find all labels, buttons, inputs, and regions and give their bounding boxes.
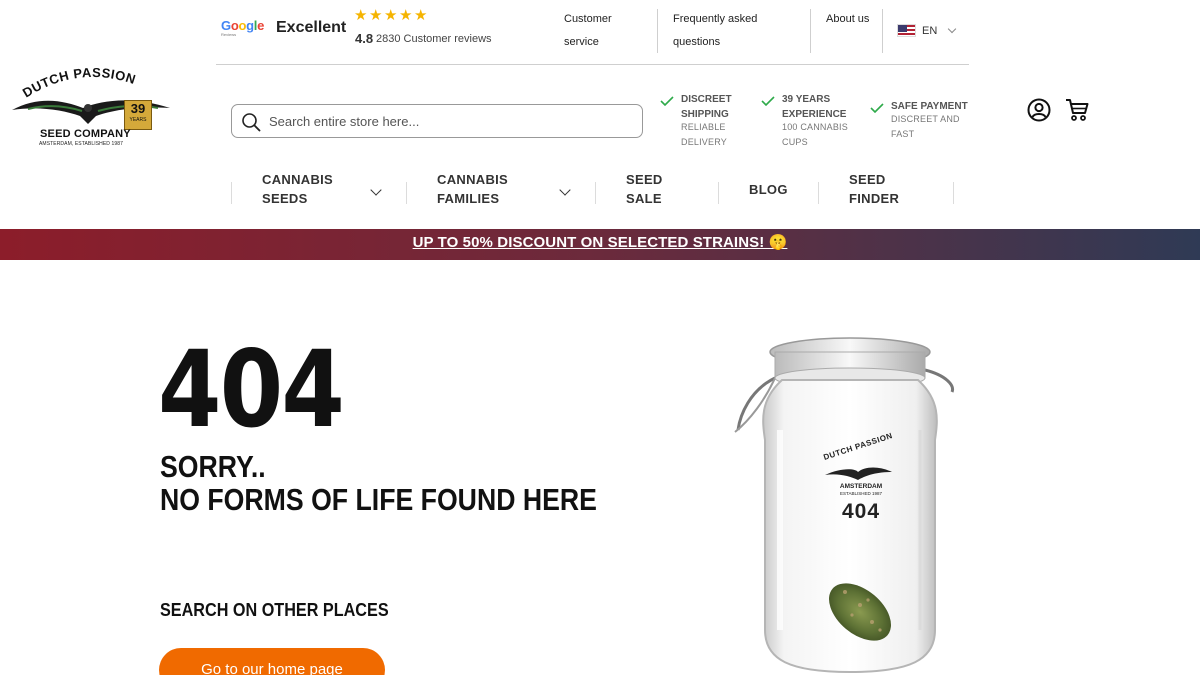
rating-word: Excellent	[276, 19, 347, 36]
divider	[810, 9, 811, 53]
jar-number: 404	[841, 500, 881, 523]
divider	[882, 9, 883, 53]
other-places-heading: SEARCH ON OTHER PLACES	[160, 600, 389, 620]
error-line-1: SORRY..	[160, 449, 266, 484]
usp-title: DISCREET SHIPPING	[681, 94, 732, 120]
search-icon[interactable]	[241, 112, 261, 132]
about-us-link[interactable]: About us	[826, 8, 876, 53]
nav-divider	[595, 182, 596, 204]
error-message: SORRY.. NO FORMS OF LIFE FOUND HERE	[160, 450, 597, 516]
star-icon: ★	[369, 7, 383, 24]
check-icon	[761, 96, 775, 106]
star-icon: ★	[384, 7, 398, 24]
divider	[657, 9, 658, 53]
check-icon	[660, 96, 674, 106]
review-count[interactable]: 2830 Customer reviews	[376, 33, 492, 45]
logo-brand-text: DUTCH PASSION	[20, 66, 137, 100]
error-line-2: NO FORMS OF LIFE FOUND HERE	[160, 482, 597, 517]
main-nav: CANNABIS SEEDS CANNABIS FAMILIES SEED SA…	[231, 170, 955, 215]
check-icon	[870, 103, 884, 113]
star-icon: ★	[354, 7, 368, 24]
rating-stars: ★ ★ ★ ★ ★	[354, 7, 428, 24]
nav-seed-finder[interactable]: SEED FINDER	[849, 170, 909, 215]
jar-established: ESTABLISHED 1987	[840, 491, 882, 496]
top-bar: Google Reviews Excellent ★ ★ ★ ★ ★ 4.8 2…	[216, 0, 969, 65]
search-input[interactable]	[269, 110, 629, 132]
chevron-down-icon[interactable]	[370, 184, 382, 196]
years-badge: 39 YEARS	[124, 100, 152, 130]
site-logo[interactable]: DUTCH PASSION 39 YEARS SEED COMPANY AMST…	[8, 66, 173, 156]
language-code: EN	[922, 24, 938, 37]
chevron-down-icon	[948, 24, 957, 34]
nav-divider	[718, 182, 719, 204]
search-box[interactable]	[231, 104, 643, 138]
account-icon[interactable]	[1027, 98, 1051, 122]
badge-number: 39	[130, 101, 146, 116]
nav-cannabis-families[interactable]: CANNABIS FAMILIES	[437, 170, 527, 215]
promo-banner: UP TO 50% DISCOUNT ON SELECTED STRAINS! …	[0, 229, 1200, 260]
nav-seed-sale[interactable]: SEED SALE	[626, 170, 686, 215]
jar-illustration: DUTCH PASSION AMSTERDAM ESTABLISHED 1987…	[720, 330, 980, 675]
nav-blog[interactable]: BLOG	[749, 180, 799, 225]
logo-tagline: AMSTERDAM, ESTABLISHED 1987	[39, 141, 124, 147]
us-flag-icon	[897, 24, 916, 37]
nav-cannabis-seeds[interactable]: CANNABIS SEEDS	[262, 170, 352, 215]
jar-city: AMSTERDAM	[839, 483, 883, 490]
faq-link[interactable]: Frequently asked questions	[673, 8, 793, 53]
nav-divider	[818, 182, 819, 204]
customer-service-link[interactable]: Customer service	[564, 8, 644, 53]
usp-subtitle: RELIABLE DELIVERY	[681, 122, 727, 147]
nav-divider	[406, 182, 407, 204]
svg-text:DUTCH PASSION: DUTCH PASSION	[20, 66, 138, 100]
google-reviews-logo[interactable]: Google Reviews	[221, 19, 264, 37]
badge-unit: YEARS	[129, 117, 147, 123]
star-icon: ★	[414, 7, 428, 24]
nav-divider	[231, 182, 232, 204]
usp-title: 39 YEARS EXPERIENCE	[782, 94, 847, 120]
usp-subtitle: DISCREET AND FAST	[891, 114, 960, 139]
error-code: 404	[158, 328, 345, 451]
rating-score: 4.8	[355, 31, 374, 46]
nav-divider	[953, 182, 954, 204]
logo-company: SEED COMPANY	[40, 128, 131, 140]
chevron-down-icon[interactable]	[559, 184, 571, 196]
home-page-button[interactable]: Go to our home page	[159, 648, 385, 675]
usp-subtitle: 100 CANNABIS CUPS	[782, 122, 848, 147]
language-selector[interactable]: EN	[897, 24, 957, 37]
star-icon: ★	[399, 7, 413, 24]
promo-link[interactable]: UP TO 50% DISCOUNT ON SELECTED STRAINS! …	[413, 234, 788, 251]
cart-icon[interactable]	[1064, 97, 1090, 123]
